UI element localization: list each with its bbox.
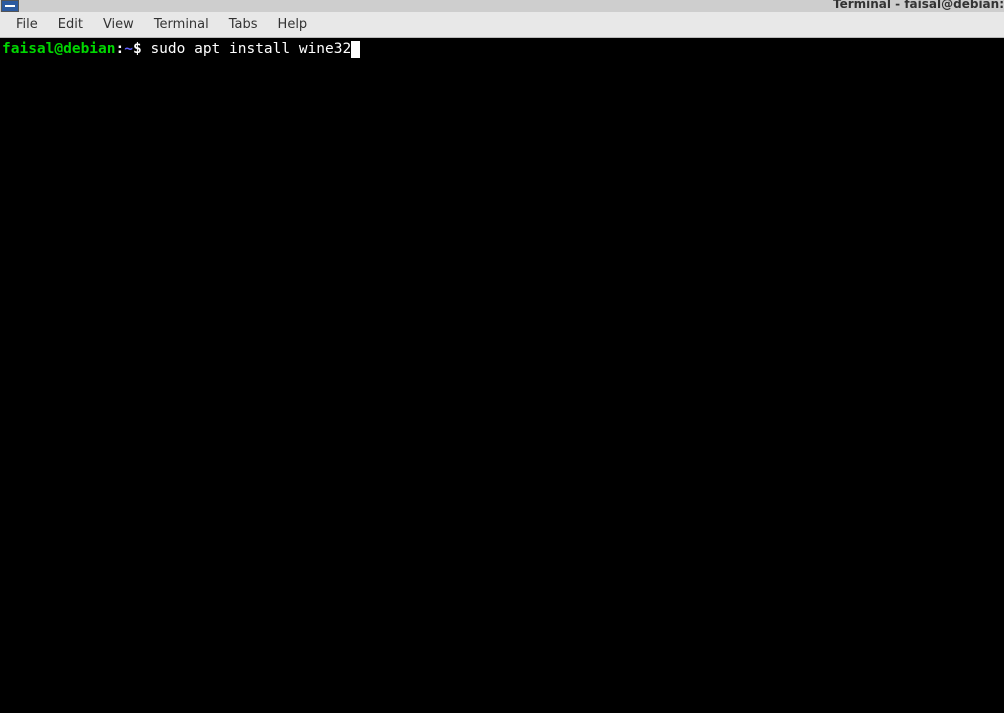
terminal-line: faisal@debian:~$ sudo apt install wine32 <box>2 40 1002 59</box>
prompt-user-host: faisal@debian <box>2 40 116 59</box>
window-menu-icon[interactable] <box>1 0 19 12</box>
menu-help[interactable]: Help <box>268 13 318 36</box>
prompt-symbol: $ <box>133 40 150 59</box>
prompt-path: ~ <box>124 40 133 59</box>
prompt-colon: : <box>116 40 125 59</box>
menu-view[interactable]: View <box>93 13 144 36</box>
menu-terminal[interactable]: Terminal <box>144 13 219 36</box>
menu-edit[interactable]: Edit <box>48 13 93 36</box>
window-titlebar: Terminal - faisal@debian: <box>0 0 1004 12</box>
menu-tabs[interactable]: Tabs <box>219 13 268 36</box>
terminal-viewport[interactable]: faisal@debian:~$ sudo apt install wine32 <box>0 38 1004 713</box>
menu-file[interactable]: File <box>6 13 48 36</box>
menubar: File Edit View Terminal Tabs Help <box>0 12 1004 38</box>
command-text: sudo apt install wine32 <box>150 40 351 59</box>
terminal-cursor <box>351 41 360 58</box>
window-title: Terminal - faisal@debian: <box>833 0 1004 11</box>
